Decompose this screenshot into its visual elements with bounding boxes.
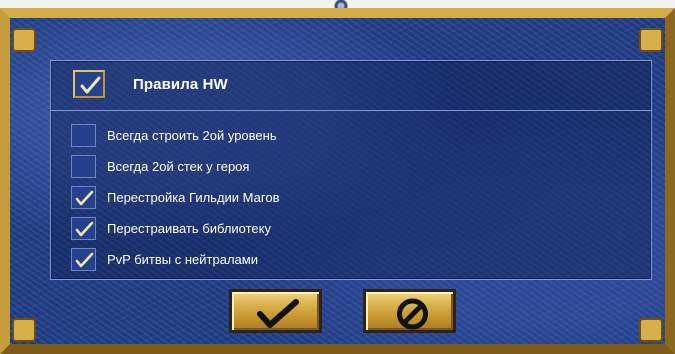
option-row[interactable]: PvP битвы с нейтралами (71, 248, 631, 271)
hw-rules-checkbox[interactable] (73, 70, 105, 98)
option-row[interactable]: Всегда строить 2ой уровень (71, 124, 631, 147)
option-checkbox[interactable] (71, 217, 96, 240)
checkmark-icon (75, 190, 94, 206)
checkmark-icon (75, 221, 94, 237)
checkmark-icon (75, 252, 94, 268)
checkmark-icon (257, 299, 299, 328)
corner-ornament (639, 28, 663, 52)
panel-title: Правила HW (133, 76, 228, 93)
top-strip (0, 0, 675, 10)
option-checkbox[interactable] (71, 155, 96, 178)
option-label: PvP битвы с нейтралами (107, 252, 258, 267)
panel-header: Правила HW (51, 61, 651, 111)
option-row[interactable]: Перестройка Гильдии Магов (71, 186, 631, 209)
option-row[interactable]: Перестраивать библиотеку (71, 217, 631, 240)
cancel-icon (397, 298, 428, 330)
option-label: Всегда 2ой стек у героя (107, 159, 250, 174)
corner-ornament (12, 318, 36, 342)
option-row[interactable]: Всегда 2ой стек у героя (71, 155, 631, 178)
rules-panel: Правила HW Всегда строить 2ой уровень Вс… (50, 60, 652, 280)
corner-ornament (12, 28, 36, 52)
option-label: Перестраивать библиотеку (107, 221, 271, 236)
option-checkbox[interactable] (71, 186, 96, 209)
corner-ornament (639, 318, 663, 342)
option-label: Перестройка Гильдии Магов (107, 190, 280, 205)
hw-rules-dialog: Правила HW Всегда строить 2ой уровень Вс… (0, 8, 675, 354)
option-label: Всегда строить 2ой уровень (107, 128, 277, 143)
option-checkbox[interactable] (71, 124, 96, 147)
option-checkbox[interactable] (71, 248, 96, 271)
screen: Правила HW Всегда строить 2ой уровень Вс… (0, 0, 675, 354)
cancel-button[interactable] (363, 289, 456, 333)
checkmark-icon (80, 76, 101, 94)
ok-button[interactable] (229, 289, 322, 333)
